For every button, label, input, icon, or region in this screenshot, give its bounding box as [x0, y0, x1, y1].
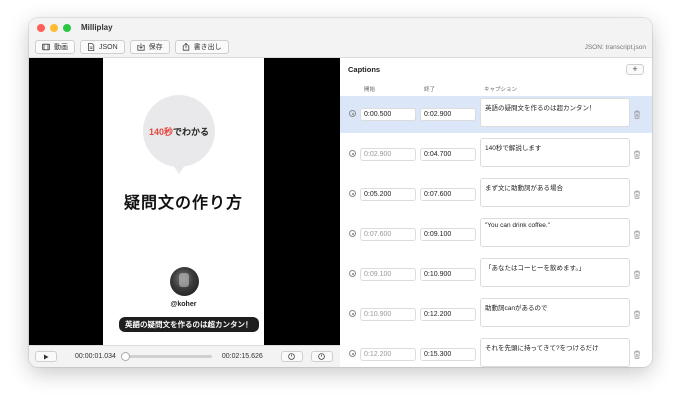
trash-icon[interactable]	[633, 150, 641, 159]
caption-row[interactable]: 0:09.100 0:10.900 「あなたはコーヒーを飲めます。」	[340, 256, 652, 293]
trash-icon[interactable]	[633, 310, 641, 319]
end-time-field[interactable]: 0:04.700	[420, 148, 476, 161]
main-content: 140秒でわかる 疑問文の作り方 @koher 英語の疑問文を作るのは超カンタン…	[29, 58, 652, 367]
clock-icon	[318, 353, 326, 360]
video-frame: 140秒でわかる 疑問文の作り方 @koher 英語の疑問文を作るのは超カンタン…	[103, 58, 264, 345]
start-time-field[interactable]: 0:00.500	[360, 108, 416, 121]
captions-pane: Captions + 開始 終了 キャプション 0:00.500 0:02.900…	[340, 58, 652, 367]
clock-icon	[288, 353, 296, 360]
bubble-text: 140秒でわかる	[149, 125, 209, 138]
seek-bar[interactable]	[120, 352, 212, 361]
end-time-field[interactable]: 0:15.300	[420, 348, 476, 361]
seek-handle[interactable]	[120, 352, 130, 361]
trash-icon[interactable]	[633, 230, 641, 239]
app-window: Milliplay 動画 JSON 保存 書き出し JSON: transcri…	[29, 18, 652, 367]
open-json-label: JSON	[99, 43, 118, 51]
column-start: 開始	[364, 87, 376, 93]
video-player[interactable]: 140秒でわかる 疑問文の作り方 @koher 英語の疑問文を作るのは超カンタン…	[29, 58, 340, 345]
subtitle-overlay: 英語の疑問文を作るのは超カンタン！	[119, 317, 259, 332]
end-time-field[interactable]: 0:12.200	[420, 308, 476, 321]
video-headline: 疑問文の作り方	[123, 195, 243, 212]
caption-text-field[interactable]: 英語の疑問文を作るのは超カンタン！	[480, 98, 630, 127]
jump-to-time-icon[interactable]	[349, 110, 356, 117]
end-time-field[interactable]: 0:07.600	[420, 188, 476, 201]
trash-icon[interactable]	[633, 270, 641, 279]
toolbar: 動画 JSON 保存 書き出し JSON: transcript.json	[29, 37, 652, 58]
captions-header: Captions +	[340, 58, 652, 80]
jump-to-time-icon[interactable]	[349, 310, 356, 317]
app-title: Milliplay	[81, 23, 113, 32]
current-time: 00:00:01.034	[75, 353, 116, 360]
set-end-button[interactable]	[310, 351, 333, 362]
film-icon	[42, 43, 50, 51]
speech-bubble: 140秒でわかる	[143, 95, 215, 174]
jump-to-time-icon[interactable]	[349, 150, 356, 157]
share-icon	[182, 43, 189, 51]
caption-row[interactable]: 0:02.900 0:04.700 140秒で解説します	[340, 136, 652, 173]
set-start-button[interactable]	[280, 351, 303, 362]
end-time-field[interactable]: 0:10.900	[420, 268, 476, 281]
caption-row[interactable]: 0:07.600 0:09.100 "You can drink coffee."	[340, 216, 652, 253]
column-headers: 開始 終了 キャプション	[340, 80, 652, 96]
trash-icon[interactable]	[633, 110, 641, 119]
traffic-lights	[37, 23, 71, 32]
caption-text-field[interactable]: "You can drink coffee."	[480, 218, 630, 247]
jump-to-time-icon[interactable]	[349, 190, 356, 197]
avatar	[170, 267, 199, 296]
open-json-button[interactable]: JSON	[80, 40, 125, 54]
caption-text-field[interactable]: 助動詞canがあるので	[480, 298, 630, 327]
export-button[interactable]: 書き出し	[174, 40, 229, 54]
minimize-window-button[interactable]	[50, 23, 58, 32]
current-file-label: JSON: transcript.json	[584, 43, 646, 51]
preview-pane: 140秒でわかる 疑問文の作り方 @koher 英語の疑問文を作るのは超カンタン…	[29, 58, 340, 367]
save-icon	[137, 43, 145, 51]
save-label: 保存	[148, 44, 163, 51]
caption-text-field[interactable]: 140秒で解説します	[480, 138, 630, 167]
start-time-field[interactable]: 0:09.100	[360, 268, 416, 281]
save-button[interactable]: 保存	[129, 40, 170, 54]
play-icon	[44, 354, 49, 359]
start-time-field[interactable]: 0:02.900	[360, 148, 416, 161]
start-time-field[interactable]: 0:07.600	[360, 228, 416, 241]
end-time-field[interactable]: 0:09.100	[420, 228, 476, 241]
title-bar: Milliplay	[29, 18, 652, 37]
zoom-window-button[interactable]	[63, 23, 71, 32]
caption-row[interactable]: 0:00.500 0:02.900 英語の疑問文を作るのは超カンタン！	[340, 96, 652, 133]
playback-controls: 00:00:01.034 00:02:15.626	[29, 345, 340, 367]
captions-title: Captions	[348, 64, 381, 74]
jump-to-time-icon[interactable]	[349, 270, 356, 277]
play-button[interactable]	[35, 351, 57, 362]
start-time-field[interactable]: 0:05.200	[360, 188, 416, 201]
column-caption: キャプション	[484, 87, 518, 93]
column-end: 終了	[424, 87, 436, 93]
document-icon	[88, 43, 95, 51]
export-label: 書き出し	[193, 44, 222, 51]
start-time-field[interactable]: 0:12.200	[360, 348, 416, 361]
caption-text-field[interactable]: 「あなたはコーヒーを飲めます。」	[480, 258, 630, 287]
open-video-label: 動画	[54, 44, 68, 51]
trash-icon[interactable]	[633, 350, 641, 359]
bubble-highlight: 140秒	[148, 126, 173, 137]
open-video-button[interactable]: 動画	[35, 40, 75, 54]
start-time-field[interactable]: 0:10.900	[360, 308, 416, 321]
caption-row[interactable]: 0:10.900 0:12.200 助動詞canがあるので	[340, 296, 652, 333]
jump-to-time-icon[interactable]	[349, 230, 356, 237]
bubble-rest: でわかる	[173, 126, 210, 137]
close-window-button[interactable]	[37, 23, 45, 32]
caption-row[interactable]: 0:12.200 0:15.300 それを先頭に持ってきて?をつけるだけ	[340, 336, 652, 367]
caption-text-field[interactable]: それを先頭に持ってきて?をつけるだけ	[480, 338, 630, 367]
caption-text-field[interactable]: まず文に助動詞がある場合	[480, 178, 630, 207]
caption-row[interactable]: 0:05.200 0:07.600 まず文に助動詞がある場合	[340, 176, 652, 213]
add-caption-button[interactable]: +	[626, 63, 644, 75]
trash-icon[interactable]	[633, 190, 641, 199]
end-time-field[interactable]: 0:02.900	[420, 108, 476, 121]
user-handle: @koher	[170, 301, 197, 308]
jump-to-time-icon[interactable]	[349, 350, 356, 357]
total-time: 00:02:15.626	[221, 353, 263, 360]
